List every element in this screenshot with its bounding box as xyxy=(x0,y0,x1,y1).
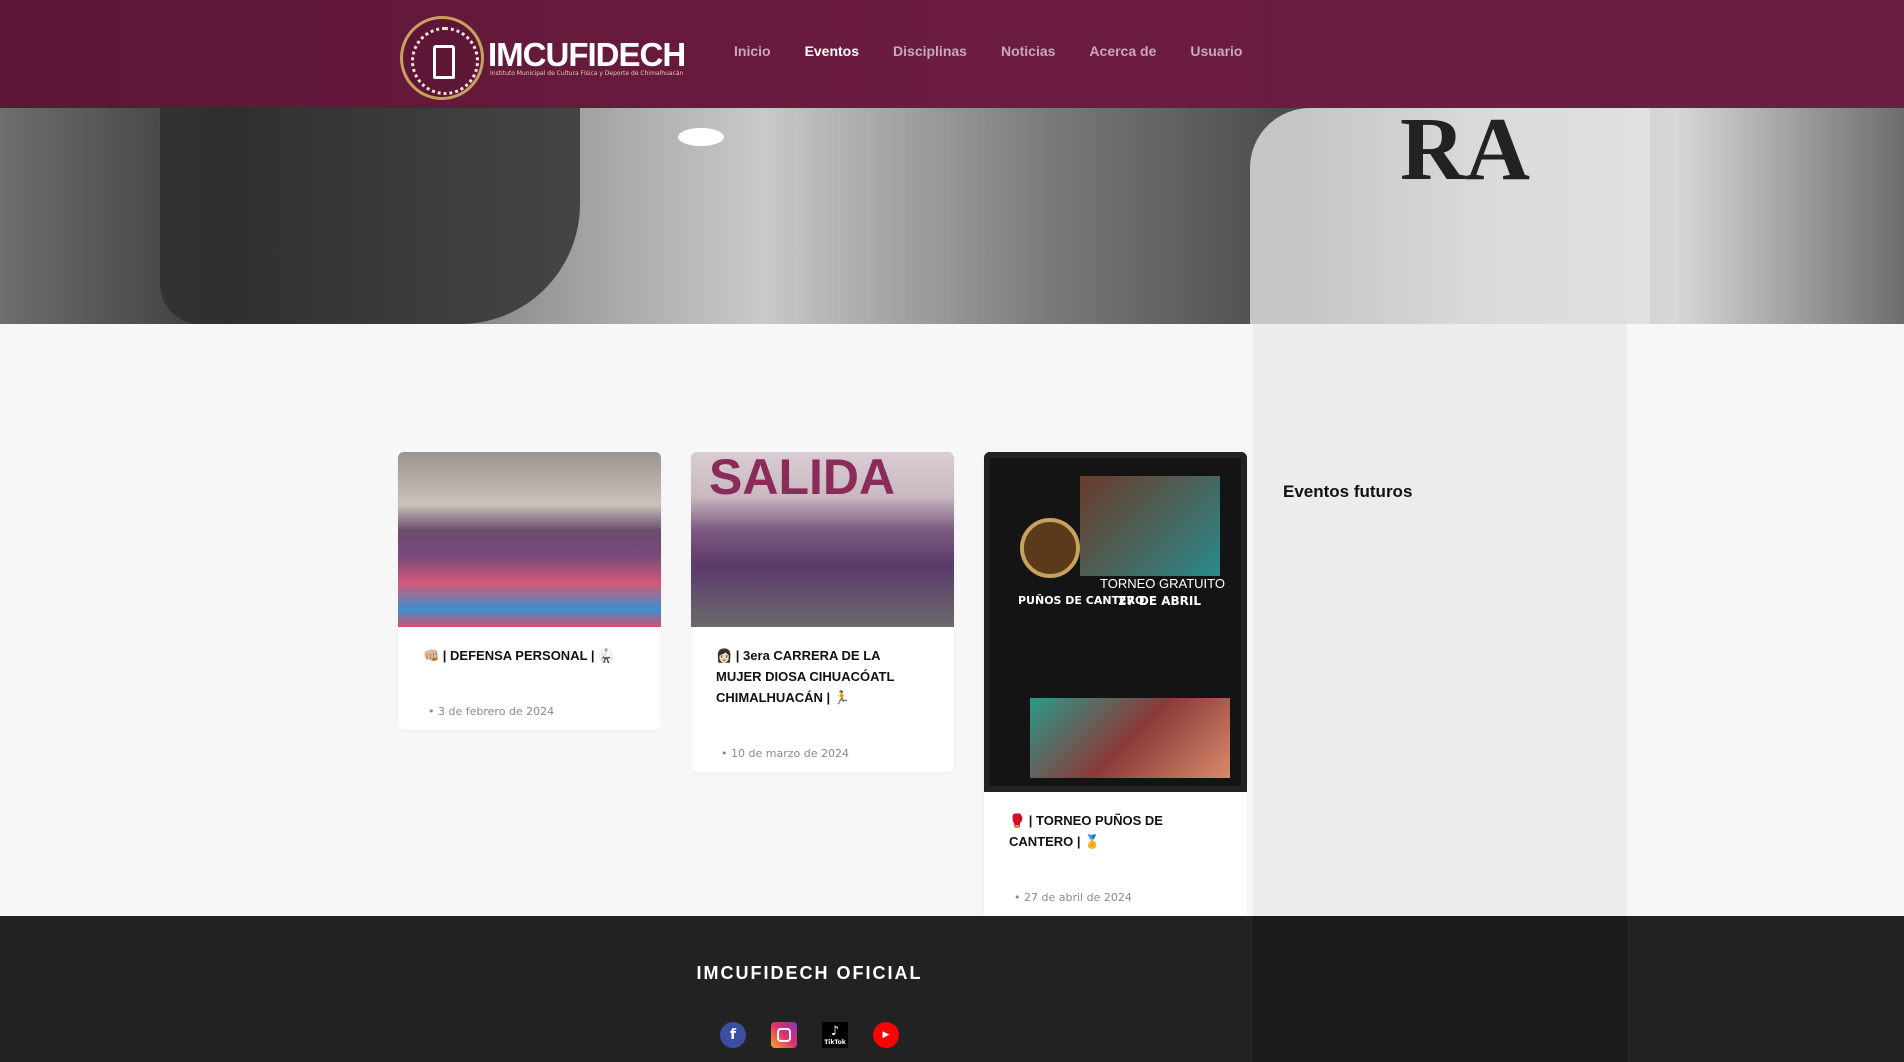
hero-banner: RA xyxy=(0,108,1904,324)
instagram-icon[interactable] xyxy=(771,1022,797,1048)
event-title[interactable]: 👩🏻 | 3era CARRERA DE LA MUJER DIOSA CIHU… xyxy=(691,645,954,708)
poster-heading: TORNEO GRATUITO xyxy=(1100,576,1225,591)
event-date: 27 de abril de 2024 xyxy=(1014,891,1132,904)
logo-subtitle: Instituto Municipal de Cultura Física y … xyxy=(490,70,684,77)
sidebar-title: Eventos futuros xyxy=(1283,482,1413,501)
footer: IMCUFIDECH OFICIAL f ♪ TikTok ▶ xyxy=(0,916,1904,1062)
nav-inicio[interactable]: Inicio xyxy=(734,43,771,59)
main-nav: Inicio Eventos Disciplinas Noticias Acer… xyxy=(734,43,1276,59)
image-banner-text: SALIDA xyxy=(709,452,896,505)
nav-disciplinas[interactable]: Disciplinas xyxy=(893,43,967,59)
logo-text: IMCUFIDECH xyxy=(488,36,686,73)
sidebar: Eventos futuros xyxy=(1253,324,1627,916)
event-image[interactable]: SALIDA xyxy=(691,452,954,627)
site-header: IMCUFIDECH Instituto Municipal de Cultur… xyxy=(0,0,1904,108)
event-image[interactable]: TORNEO GRATUITO PUÑOS DE CANTERO 27 DE A… xyxy=(984,452,1247,792)
facebook-icon[interactable]: f xyxy=(720,1022,746,1048)
youtube-icon[interactable]: ▶ xyxy=(873,1022,899,1048)
event-card[interactable]: SALIDA 👩🏻 | 3era CARRERA DE LA MUJER DIO… xyxy=(691,452,954,772)
event-title[interactable]: 👊🏼 | DEFENSA PERSONAL | 🥋 xyxy=(398,645,661,666)
event-date: 3 de febrero de 2024 xyxy=(428,705,554,718)
logo[interactable]: IMCUFIDECH Instituto Municipal de Cultur… xyxy=(400,14,686,104)
event-card[interactable]: 👊🏼 | DEFENSA PERSONAL | 🥋 3 de febrero d… xyxy=(398,452,661,730)
event-image[interactable] xyxy=(398,452,661,627)
footer-title: IMCUFIDECH OFICIAL xyxy=(696,963,923,983)
nav-acerca-de[interactable]: Acerca de xyxy=(1089,43,1156,59)
nav-eventos[interactable]: Eventos xyxy=(805,43,859,59)
poster-date: 27 DE ABRIL xyxy=(1118,594,1201,608)
nav-usuario[interactable]: Usuario xyxy=(1190,43,1242,59)
tiktok-icon[interactable]: ♪ TikTok xyxy=(822,1022,848,1048)
event-title[interactable]: 🥊 | TORNEO PUÑOS DE CANTERO | 🏅 xyxy=(984,810,1247,852)
nav-noticias[interactable]: Noticias xyxy=(1001,43,1055,59)
event-card[interactable]: TORNEO GRATUITO PUÑOS DE CANTERO 27 DE A… xyxy=(984,452,1247,916)
tiktok-label: TikTok xyxy=(824,1039,846,1046)
logo-emblem-icon xyxy=(400,16,484,100)
event-date: 10 de marzo de 2024 xyxy=(721,747,849,760)
